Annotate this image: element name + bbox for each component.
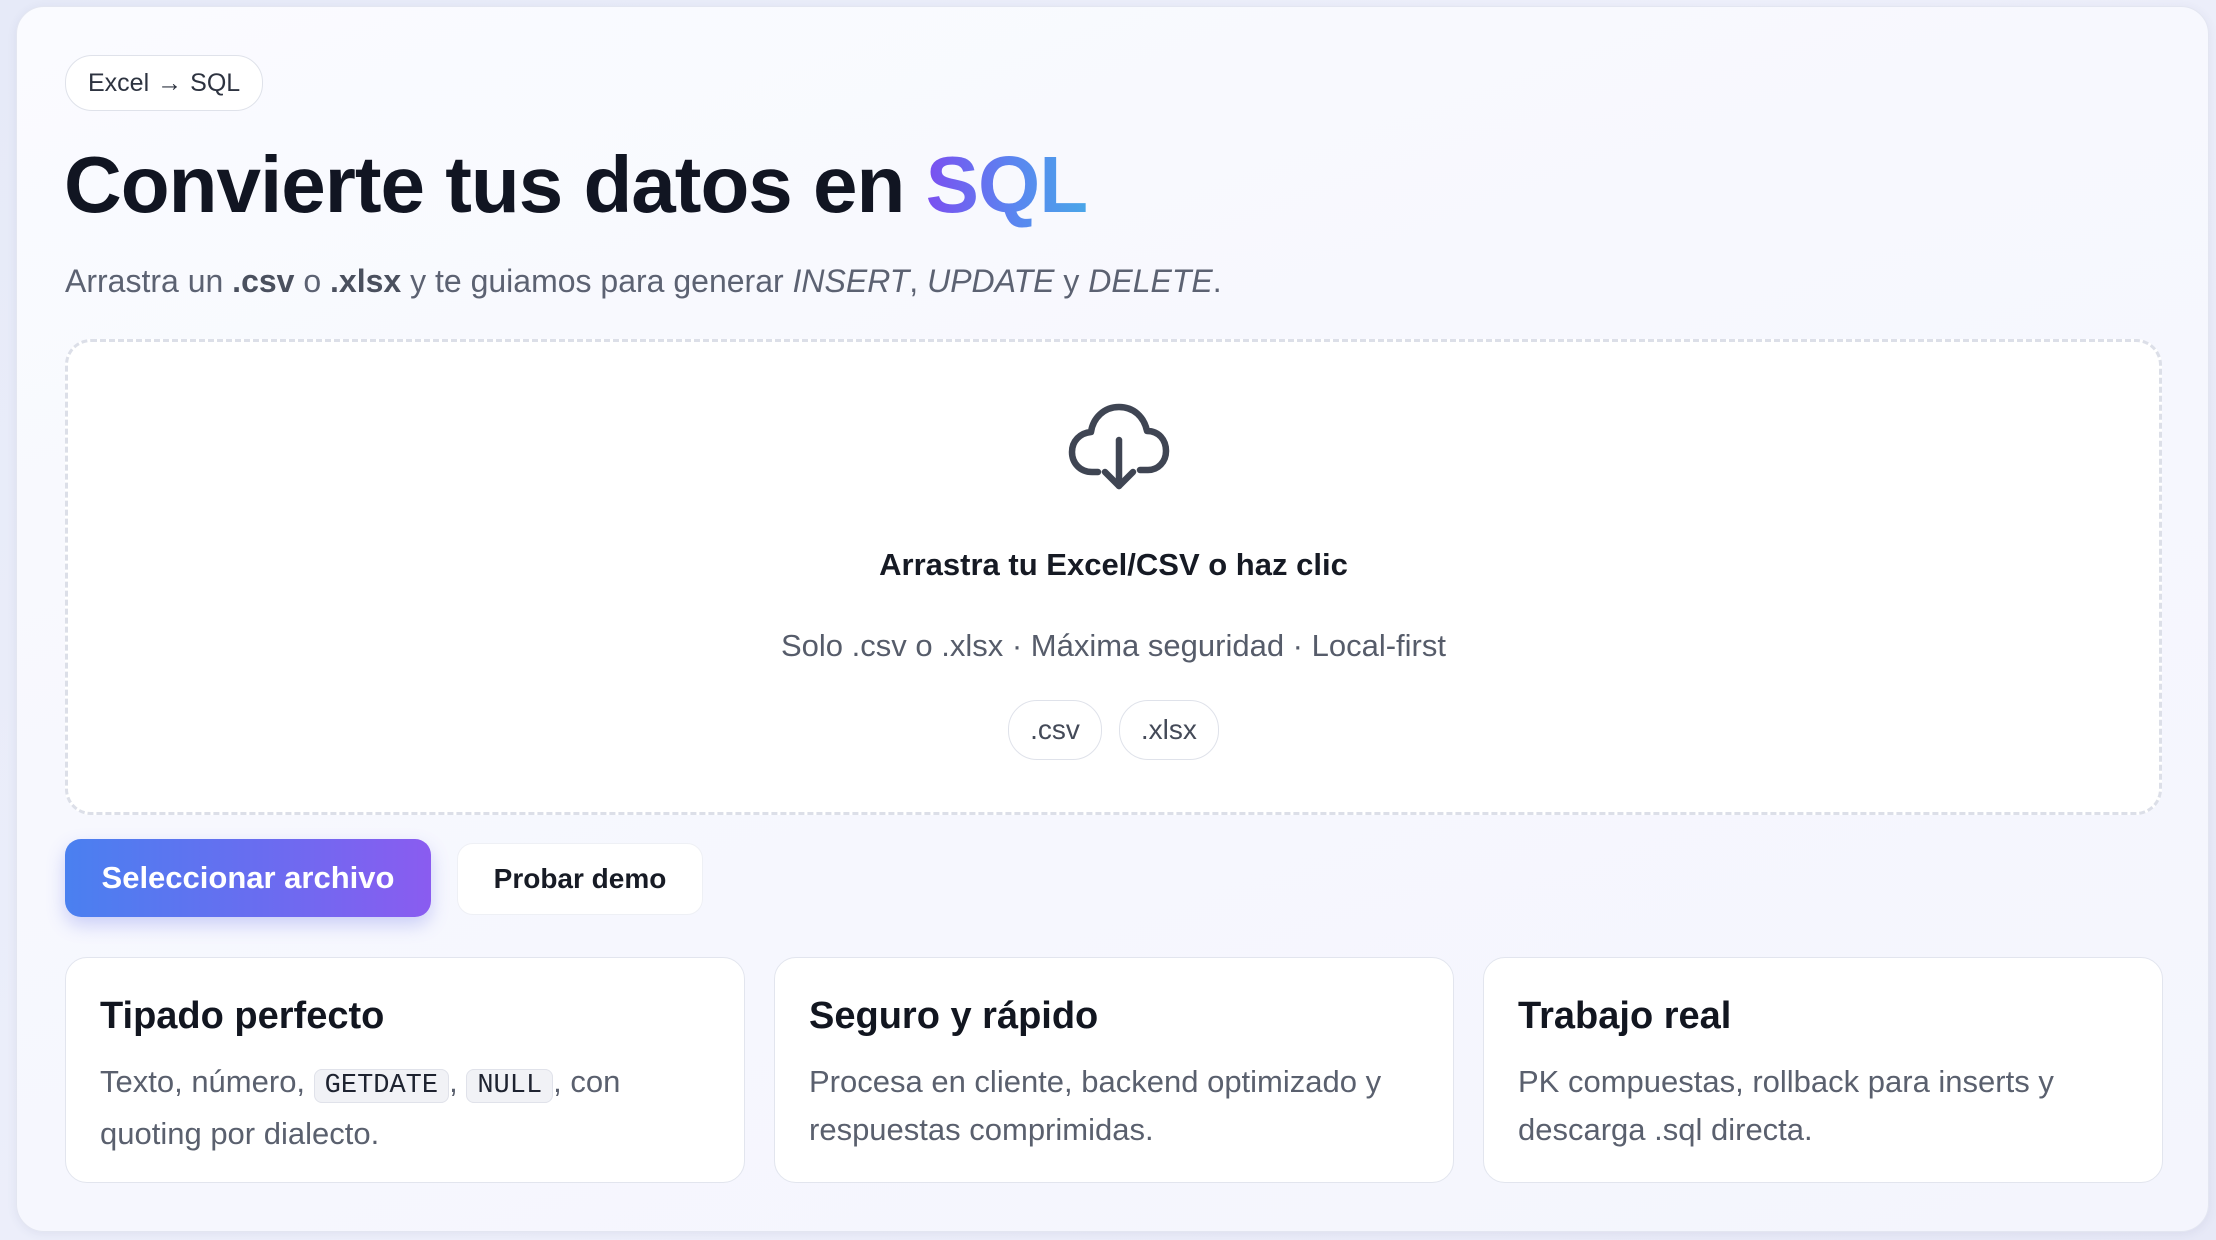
subtitle-text: o xyxy=(303,263,322,299)
subtitle-op-delete: DELETE xyxy=(1088,263,1213,299)
try-demo-button[interactable]: Probar demo xyxy=(457,843,703,915)
badge-target-label: SQL xyxy=(190,68,241,97)
feature-card-real-work: Trabajo real PK compuestas, rollback par… xyxy=(1483,957,2163,1183)
feature-title: Seguro y rápido xyxy=(809,995,1099,1037)
subtitle-ext-csv: .csv xyxy=(232,263,295,299)
file-dropzone[interactable]: Arrastra tu Excel/CSV o haz clic Solo .c… xyxy=(65,339,2162,815)
feature-text-part: Texto, número, xyxy=(100,1064,306,1099)
subtitle-text: y te guiamos para generar xyxy=(410,263,784,299)
badge-source-label: Excel xyxy=(88,68,150,97)
subtitle-op-update: UPDATE xyxy=(927,263,1055,299)
subtitle-op-insert: INSERT xyxy=(792,263,910,299)
page-subtitle: Arrastra un .csv o .xlsx y te guiamos pa… xyxy=(65,263,1222,300)
feature-title: Trabajo real xyxy=(1518,995,1732,1037)
title-accent: SQL xyxy=(925,140,1088,229)
title-main: Convierte tus datos en xyxy=(64,140,905,229)
feature-text: Procesa en cliente, backend optimizado y… xyxy=(809,1064,1382,1147)
cloud-download-icon xyxy=(1068,403,1170,490)
format-chip-csv: .csv xyxy=(1008,700,1102,760)
subtitle-text: Arrastra un xyxy=(65,263,224,299)
feature-card-security: Seguro y rápido Procesa en cliente, back… xyxy=(774,957,1454,1183)
feature-text: PK compuestas, rollback para inserts y d… xyxy=(1518,1064,2054,1147)
subtitle-text: . xyxy=(1212,263,1222,299)
format-chips: .csv .xlsx xyxy=(68,700,2159,760)
code-null: NULL xyxy=(466,1069,554,1103)
arrow-right-icon: → xyxy=(157,68,183,97)
format-chip-xlsx: .xlsx xyxy=(1118,700,1219,760)
subtitle-text: y xyxy=(1063,263,1080,299)
code-getdate: GETDATE xyxy=(313,1069,450,1103)
subtitle-ext-xlsx: .xlsx xyxy=(330,263,402,299)
feature-text-part: , xyxy=(449,1064,458,1099)
tag-badge: Excel → SQL xyxy=(65,55,264,111)
app-card: Excel → SQL Convierte tus datos en SQL A… xyxy=(16,6,2209,1232)
select-file-button[interactable]: Seleccionar archivo xyxy=(65,839,431,917)
feature-text: Texto, número, GETDATE, NULL, con quotin… xyxy=(100,1058,710,1158)
subtitle-text: , xyxy=(909,263,919,299)
page-title: Convierte tus datos en SQL xyxy=(64,135,1088,235)
feature-card-typing: Tipado perfecto Texto, número, GETDATE, … xyxy=(65,957,745,1183)
dropzone-title: Arrastra tu Excel/CSV o haz clic xyxy=(879,547,1348,582)
feature-title: Tipado perfecto xyxy=(100,995,385,1037)
dropzone-subtitle: Solo .csv o .xlsx · Máxima seguridad · L… xyxy=(781,628,1446,663)
